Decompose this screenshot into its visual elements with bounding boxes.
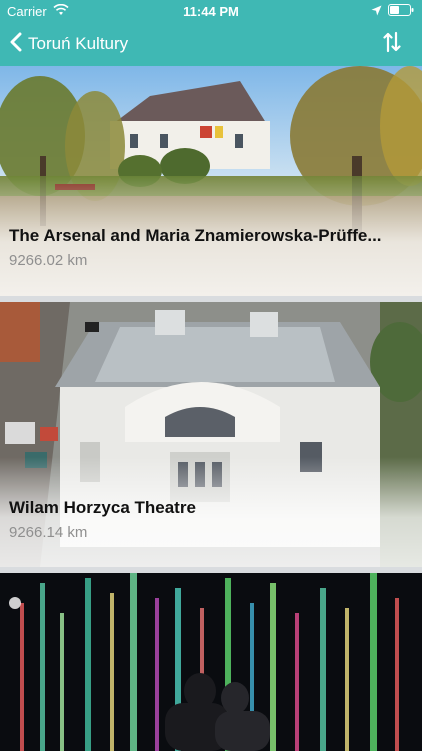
chevron-left-icon — [10, 32, 22, 57]
navigation-bar: Toruń Kultury — [0, 22, 422, 66]
location-arrow-icon — [371, 4, 382, 19]
back-button[interactable]: Toruń Kultury — [10, 22, 128, 66]
status-time: 11:44 PM — [183, 4, 239, 19]
place-title: Wilam Horzyca Theatre — [9, 498, 196, 517]
place-photo — [0, 573, 422, 751]
place-title: The Arsenal and Maria Znamierowska-Prüff… — [9, 226, 382, 245]
place-card-arsenal[interactable]: The Arsenal and Maria Znamierowska-Prüff… — [0, 66, 422, 296]
status-right — [371, 4, 414, 19]
places-list: The Arsenal and Maria Znamierowska-Prüff… — [0, 66, 422, 751]
status-bar: Carrier 11:44 PM — [0, 0, 422, 22]
place-distance: 9266.14 km — [9, 524, 88, 541]
battery-icon — [388, 4, 414, 19]
back-button-label: Toruń Kultury — [28, 34, 129, 53]
sort-button[interactable] — [378, 30, 406, 58]
place-card-theatre[interactable]: Wilam Horzyca Theatre 9266.14 km — [0, 302, 422, 567]
sort-arrows-icon — [383, 31, 401, 58]
place-distance: 9266.02 km — [9, 252, 88, 269]
place-card-fountain[interactable] — [0, 573, 422, 751]
